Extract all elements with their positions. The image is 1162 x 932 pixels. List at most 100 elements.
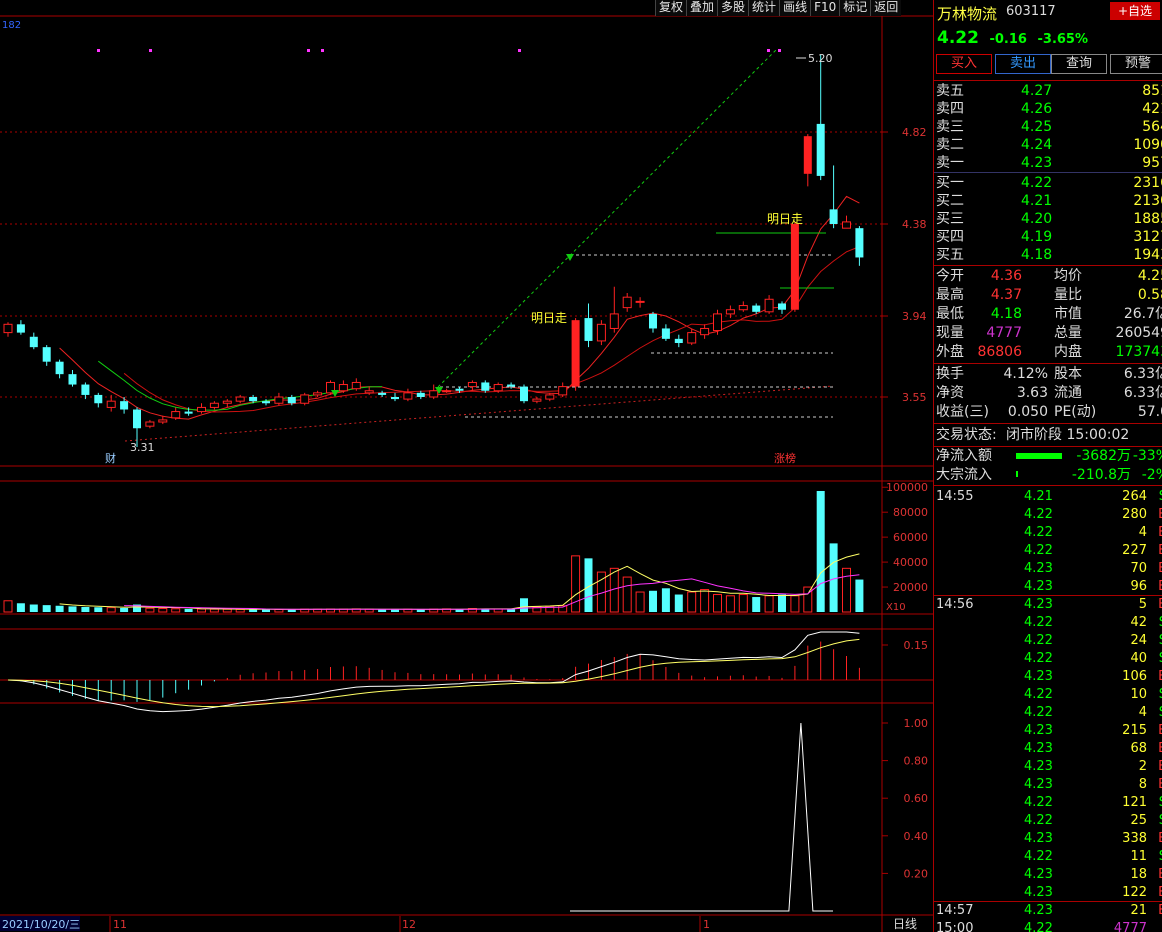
volume-unit-label: X10 [886, 602, 906, 613]
candle-body [171, 411, 181, 419]
divider [934, 172, 1162, 173]
stat-value: 0.050 [1007, 404, 1048, 420]
toolbar-overlay[interactable]: 叠加 [686, 0, 718, 16]
candle-body [442, 390, 452, 393]
marker-dot [778, 49, 781, 52]
date-axis-month: 11 [113, 918, 127, 931]
toolbar-stats[interactable]: 统计 [748, 0, 780, 16]
tick-price: 4.22 [1024, 633, 1053, 648]
ask-label: 卖三 [936, 119, 964, 135]
candle-body [351, 381, 361, 390]
price-pct: -3.65% [1037, 32, 1089, 47]
stat-label: 股本 [1054, 366, 1082, 382]
candle-body [493, 384, 503, 392]
ask-row: 卖四 4.26 421 [934, 100, 1162, 118]
tick-side: B [1158, 668, 1162, 686]
marker-dot [518, 49, 521, 52]
candle-body [545, 394, 555, 400]
tick-volume: 42 [1130, 615, 1147, 630]
volume-bar [29, 604, 38, 612]
tick-price: 4.23 [1024, 885, 1053, 900]
tick-volume: 106 [1122, 669, 1147, 684]
flow-pct: -33% [1132, 448, 1162, 464]
toolbar-mark[interactable]: 标记 [839, 0, 871, 16]
tick-price: 4.23 [1024, 741, 1053, 756]
tick-volume: 2 [1138, 759, 1147, 774]
tick-row: 4.23 215 B [934, 722, 1162, 740]
toolbar-f10[interactable]: F10 [810, 0, 840, 16]
volume-bar [829, 543, 838, 612]
ask-row: 卖一 4.23 957 [934, 154, 1162, 172]
marker-dot [97, 49, 100, 52]
volume-bar [687, 591, 697, 613]
tick-price: 4.23 [1024, 867, 1053, 882]
volume-ma10 [124, 574, 860, 610]
candle-body [249, 397, 258, 402]
tick-side: B [1158, 560, 1162, 578]
tick-row: 14:554.21264S [934, 488, 1162, 506]
candle-body [635, 300, 645, 303]
high-label: 5.20 [808, 52, 833, 65]
ask-row: 卖三 4.25 564 [934, 118, 1162, 136]
volume-bar [674, 594, 683, 612]
candle-body [455, 388, 464, 391]
tick-side: B [1158, 740, 1162, 758]
buy-button[interactable]: 买入 [936, 54, 992, 74]
bid-price: 4.21 [1021, 193, 1053, 209]
alert-button[interactable]: 预警 [1110, 54, 1162, 74]
stat-label: 今开 [936, 268, 964, 284]
candle-body [596, 323, 606, 342]
tick-row: 4.23 122 B [934, 884, 1162, 902]
tick-volume: 264 [1122, 489, 1147, 504]
tick-volume: 4777 [1113, 921, 1147, 932]
volume-bar [209, 608, 219, 613]
stat-label: 最高 [936, 287, 964, 303]
toolbar-back[interactable]: 返回 [870, 0, 902, 16]
toolbar-draw[interactable]: 画线 [779, 0, 811, 16]
price-axis-label: 3.55 [902, 391, 927, 404]
tick-volume: 280 [1122, 507, 1147, 522]
volume-bar [171, 608, 181, 613]
trend-line [437, 49, 777, 388]
tick-row: 15:00 4.22 4777 [934, 920, 1162, 932]
stat-label: PE(动) [1054, 404, 1097, 420]
stat-value: 57.0 [1137, 404, 1162, 420]
candle-body [235, 396, 245, 402]
ask-volume: 421 [1142, 101, 1162, 117]
ask-label: 卖二 [936, 137, 964, 153]
tick-volume: 11 [1130, 849, 1147, 864]
volume-bar [842, 567, 851, 613]
mingrizou-label: 明日走 [531, 311, 567, 325]
tick-volume: 122 [1122, 885, 1147, 900]
tick-price: 4.23 [1024, 723, 1053, 738]
volume-bar [184, 608, 193, 612]
divider [934, 485, 1162, 486]
volume-bar [713, 594, 722, 613]
candle-body [842, 221, 851, 229]
stat-value: 173743 [1115, 344, 1162, 360]
kline-chart[interactable]: 4.824.383.943.555.203.31财 涨榜明日走明日走1821000… [0, 0, 933, 932]
stock-header: 万林物流 603117 +自选 [934, 0, 1162, 24]
chart-toolbar: 复权 叠加 多股 统计 画线 F10 标记 返回 [655, 0, 902, 16]
toolbar-fuquan[interactable]: 复权 [655, 0, 687, 16]
sell-button[interactable]: 卖出 [995, 54, 1051, 74]
tick-price: 4.23 [1024, 579, 1053, 594]
price-line: 4.22 -0.16 -3.65% [937, 28, 1088, 48]
tick-side: B [1158, 776, 1162, 794]
add-watchlist-button[interactable]: +自选 [1110, 2, 1160, 20]
candle-body [338, 384, 348, 392]
tick-side: B [1158, 722, 1162, 740]
stat-value: 0.58 [1137, 287, 1162, 303]
ask-price: 4.27 [1021, 83, 1053, 99]
candle-body [94, 394, 103, 404]
ask-label: 卖一 [936, 155, 964, 171]
candle-body [364, 390, 374, 394]
query-button[interactable]: 查询 [1051, 54, 1107, 74]
toolbar-multi[interactable]: 多股 [717, 0, 749, 16]
volume-bar [55, 605, 64, 612]
volume-axis-label: 100000 [886, 481, 928, 494]
candle-body [558, 386, 568, 396]
tick-volume: 25 [1130, 813, 1147, 828]
ask-price: 4.25 [1021, 119, 1053, 135]
tick-side: B [1158, 578, 1162, 596]
